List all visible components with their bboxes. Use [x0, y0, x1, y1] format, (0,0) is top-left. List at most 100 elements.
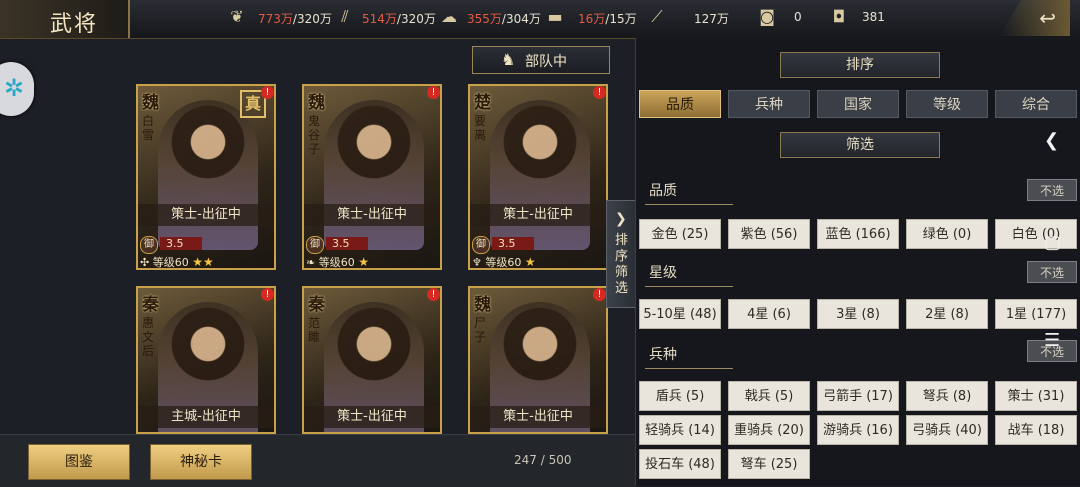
shield-icon: 御 [306, 236, 324, 254]
stone-current: 355万 [467, 12, 502, 26]
level-text: 等级60 [152, 256, 189, 269]
level-row: ♆ 等级60 ★ [472, 254, 536, 269]
level-text: 等级60 [485, 256, 522, 269]
filter-catapult[interactable]: 投石车 (48) [639, 449, 721, 479]
filter-star-2[interactable]: 2星 (8) [906, 299, 988, 329]
divider [645, 286, 733, 287]
filter-blue[interactable]: 蓝色 (166) [817, 219, 899, 249]
general-card[interactable]: 魏 鬼谷子 ! 策士-出征中 御 3.5 ❧ 等级60 ★ [302, 84, 442, 270]
alert-icon: ! [261, 86, 274, 99]
general-name: 白雪 [142, 114, 155, 142]
back-chevron-icon[interactable]: ❮ [1044, 130, 1059, 151]
divider [645, 368, 733, 369]
food-current: 773万 [258, 12, 293, 26]
filter-crossbow[interactable]: 弩兵 (8) [906, 381, 988, 411]
filter-strategist[interactable]: 策士 (31) [995, 381, 1077, 411]
general-name: 范雎 [308, 316, 321, 344]
filter-ballista[interactable]: 弩车 (25) [728, 449, 810, 479]
general-status: 主城-出征中 [138, 406, 274, 428]
filter-green[interactable]: 绿色 (0) [906, 219, 988, 249]
filter-gold[interactable]: 金色 (25) [639, 219, 721, 249]
food-cap: /320万 [292, 12, 332, 26]
troops-filter-label[interactable]: ♞ 部队中 [472, 46, 610, 74]
kingdom-label: 秦 [308, 295, 325, 315]
tab-overall[interactable]: 综合 [995, 90, 1077, 118]
back-arrow-icon: ↩ [1039, 6, 1056, 30]
title-plate: 武将 [0, 0, 130, 38]
back-button[interactable]: ↩ [1000, 0, 1070, 36]
filter-light-cavalry[interactable]: 轻骑兵 (14) [639, 415, 721, 445]
tab-quality[interactable]: 品质 [639, 90, 721, 118]
level-text: 等级60 [318, 256, 355, 269]
sort-filter-toggle[interactable]: ❯ 排序筛选 [606, 200, 636, 308]
filter-purple[interactable]: 紫色 (56) [728, 219, 810, 249]
shield-icon: 御 [140, 236, 158, 254]
defense-stat: 御 3.5 [472, 236, 534, 254]
defense-value: 3.5 [326, 237, 368, 250]
general-status: 策士-出征中 [470, 406, 606, 428]
general-card[interactable]: 秦 惠文后 ! 主城-出征中 [136, 286, 276, 434]
menu-lines-icon[interactable]: ☰ [1044, 330, 1060, 351]
filter-ranger-cavalry[interactable]: 游骑兵 (16) [817, 415, 899, 445]
general-portrait [490, 100, 590, 250]
alert-icon: ! [427, 86, 440, 99]
filter-star-5-10[interactable]: 5-10星 (48) [639, 299, 721, 329]
troop-section-title: 兵种 [649, 347, 677, 363]
general-portrait [158, 100, 258, 250]
star-section-title: 星级 [649, 265, 677, 281]
kingdom-label: 魏 [308, 93, 325, 113]
general-name: 要离 [474, 114, 487, 142]
star-rating: ★ [358, 255, 369, 269]
filter-heavy-cavalry[interactable]: 重骑兵 (20) [728, 415, 810, 445]
alert-icon: ! [261, 288, 274, 301]
general-card[interactable]: 魏 尸子 ! 策士-出征中 [468, 286, 608, 434]
alert-icon: ! [593, 288, 606, 301]
stone-icon: ☁ [441, 7, 457, 26]
iron-resource: 16万/15万 [578, 10, 637, 27]
horse-icon: ♞ [501, 50, 516, 69]
defense-value: 3.5 [492, 237, 534, 250]
filter-halberd[interactable]: 戟兵 (5) [728, 381, 810, 411]
order-icon: ⟋ [651, 7, 663, 26]
home-square-icon[interactable]: ▢ [1044, 232, 1061, 253]
collection-button[interactable]: 图鉴 [28, 444, 130, 480]
quality-section-title: 品质 [649, 183, 677, 199]
star-rating: ★★ [192, 255, 214, 269]
gold-value: 0 [794, 10, 802, 24]
filter-star-3[interactable]: 3星 (8) [817, 299, 899, 329]
defense-stat: 御 3.5 [306, 236, 368, 254]
page-title: 武将 [50, 12, 99, 37]
filter-chariot[interactable]: 战车 (18) [995, 415, 1077, 445]
tab-kingdom[interactable]: 国家 [817, 90, 899, 118]
chevron-right-icon: ❯ [615, 211, 627, 227]
feather-icon: ❧ [306, 256, 316, 269]
mystery-card-button[interactable]: 神秘卡 [150, 444, 252, 480]
filter-shield[interactable]: 盾兵 (5) [639, 381, 721, 411]
general-card[interactable]: 秦 范雎 ! 策士-出征中 [302, 286, 442, 434]
pinwheel-icon: ✲ [4, 74, 25, 102]
tab-troop-type[interactable]: 兵种 [728, 90, 810, 118]
filter-star-1[interactable]: 1星 (177) [995, 299, 1077, 329]
general-card[interactable]: 楚 要离 ! 策士-出征中 御 3.5 ♆ 等级60 ★ [468, 84, 608, 270]
level-row: ❧ 等级60 ★ [306, 254, 369, 269]
kingdom-label: 魏 [474, 295, 491, 315]
general-status: 策士-出征中 [304, 204, 440, 226]
troops-label-text: 部队中 [525, 54, 567, 70]
filter-star-4[interactable]: 4星 (6) [728, 299, 810, 329]
silver-value: 381 [862, 10, 885, 24]
tab-level[interactable]: 等级 [906, 90, 988, 118]
general-card[interactable]: 魏 白雪 真 ! 策士-出征中 御 3.5 ✣ 等级60 ★★ [136, 84, 276, 270]
filter-archer[interactable]: 弓箭手 (17) [817, 381, 899, 411]
silver-icon: ◘ [832, 7, 846, 26]
wheat-icon: ❦ [230, 7, 244, 26]
divider [645, 204, 733, 205]
general-portrait [324, 100, 424, 250]
alert-icon: ! [593, 86, 606, 99]
floating-assistant-button[interactable]: ✲ [0, 62, 34, 116]
sort-filter-panel: 排序 品质 兵种 国家 等级 综合 筛选 品质 不选 金色 (25) 紫色 (5… [635, 38, 1080, 486]
filter-horse-archer[interactable]: 弓骑兵 (40) [906, 415, 988, 445]
stone-resource: 355万/304万 [467, 10, 541, 27]
general-count: 247 / 500 [514, 453, 572, 467]
wood-current: 514万 [362, 12, 397, 26]
filter-white[interactable]: 白色 (0) [995, 219, 1077, 249]
